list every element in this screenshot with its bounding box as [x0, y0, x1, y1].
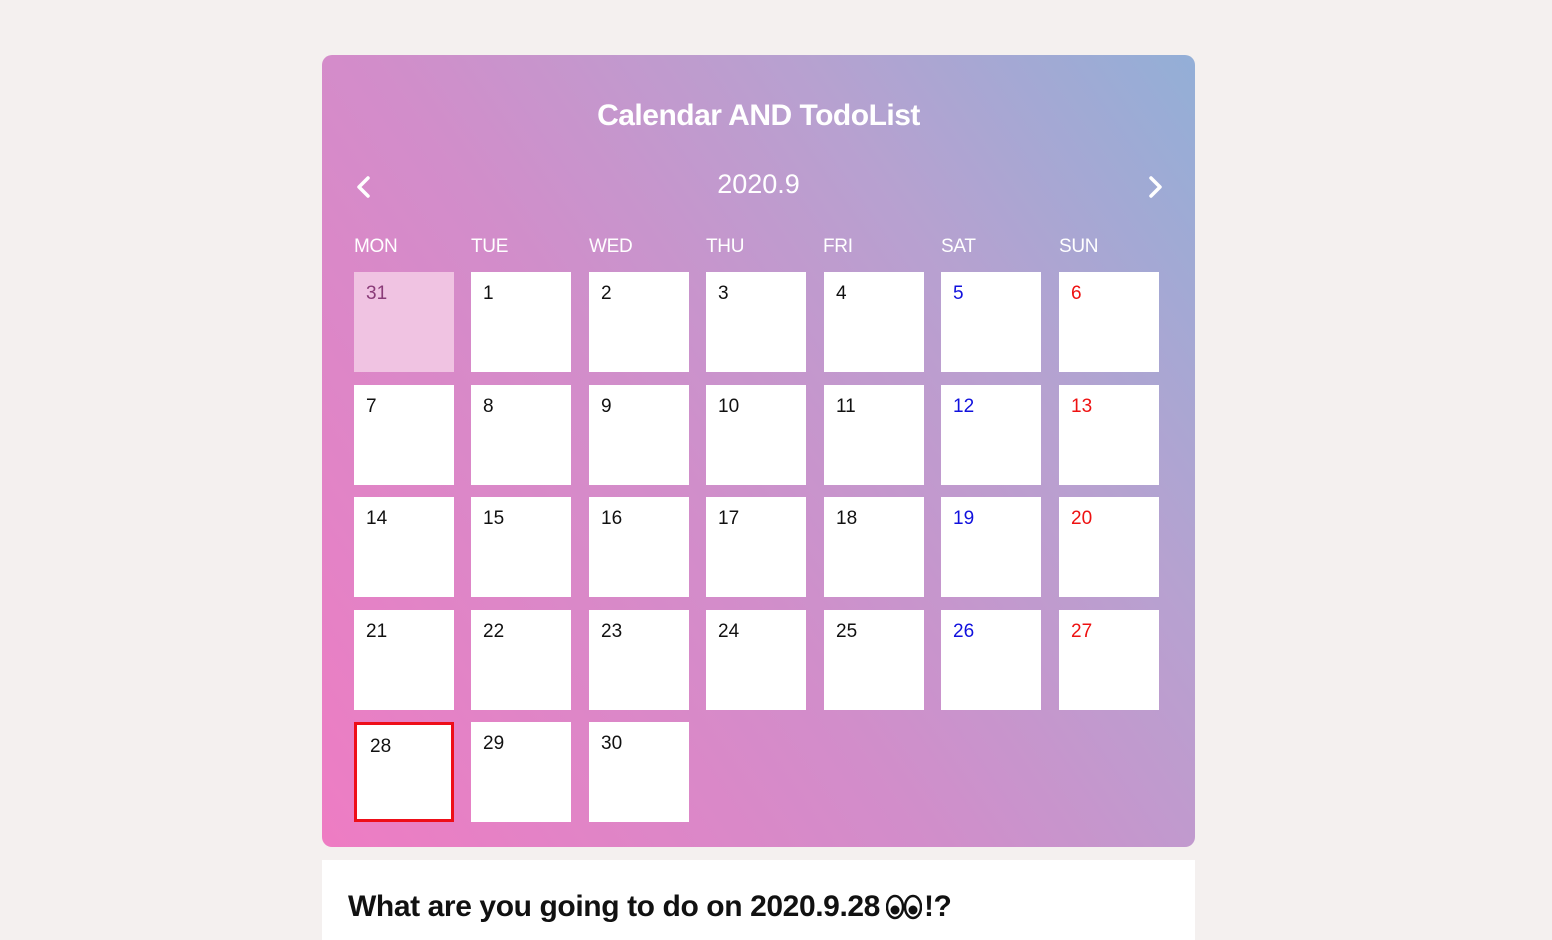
day-cell[interactable]: 3 [706, 272, 806, 372]
day-cell[interactable]: 23 [589, 610, 689, 710]
day-number: 2 [601, 283, 612, 304]
day-cell[interactable]: 8 [471, 385, 571, 485]
day-cell[interactable]: 14 [354, 497, 454, 597]
day-cell[interactable]: 13 [1059, 385, 1159, 485]
day-cell[interactable]: 1 [471, 272, 571, 372]
app-title: Calendar AND TodoList [597, 99, 920, 132]
day-number: 29 [483, 733, 505, 754]
day-cell[interactable]: 24 [706, 610, 806, 710]
day-number: 14 [366, 508, 388, 529]
day-number: 28 [370, 736, 392, 757]
day-cell[interactable]: 29 [471, 722, 571, 822]
day-cell[interactable]: 12 [941, 385, 1041, 485]
day-number: 27 [1071, 621, 1093, 642]
day-cell[interactable]: 4 [824, 272, 924, 372]
day-number: 19 [953, 508, 975, 529]
todo-heading-suffix: !? [923, 890, 952, 923]
weekday-thu: THU [706, 236, 745, 257]
day-number: 3 [718, 283, 729, 304]
day-number: 22 [483, 621, 505, 642]
day-cell[interactable]: 19 [941, 497, 1041, 597]
weekday-sat: SAT [941, 236, 976, 257]
day-cell[interactable]: 17 [706, 497, 806, 597]
weekday-sun: SUN [1059, 236, 1099, 257]
day-number: 20 [1071, 508, 1093, 529]
day-cell[interactable]: 30 [589, 722, 689, 822]
day-cell[interactable]: 7 [354, 385, 454, 485]
day-number: 7 [366, 396, 377, 417]
next-month-button[interactable] [1141, 173, 1169, 201]
weekday-fri: FRI [823, 236, 853, 257]
day-cell[interactable]: 21 [354, 610, 454, 710]
todo-panel: What are you going to do on 2020.9.28 !? [322, 860, 1195, 940]
day-number: 25 [836, 621, 858, 642]
day-cell-selected[interactable]: 28 [354, 722, 454, 822]
day-number: 5 [953, 283, 964, 304]
day-number: 1 [483, 283, 494, 304]
day-cell[interactable]: 9 [589, 385, 689, 485]
day-number: 9 [601, 396, 612, 417]
day-cell[interactable]: 11 [824, 385, 924, 485]
day-number: 31 [366, 283, 388, 304]
day-number: 24 [718, 621, 740, 642]
day-number: 12 [953, 396, 975, 417]
weekday-wed: WED [589, 236, 633, 257]
eyes-icon [885, 894, 923, 928]
day-number: 21 [366, 621, 388, 642]
day-number: 30 [601, 733, 623, 754]
day-cell[interactable]: 18 [824, 497, 924, 597]
day-cell[interactable]: 2 [589, 272, 689, 372]
day-number: 11 [836, 396, 856, 417]
day-cell[interactable]: 15 [471, 497, 571, 597]
day-number: 17 [718, 508, 740, 529]
day-number: 18 [836, 508, 858, 529]
day-number: 10 [718, 396, 740, 417]
day-cell[interactable]: 10 [706, 385, 806, 485]
chevron-right-icon [1149, 176, 1162, 198]
day-number: 15 [483, 508, 505, 529]
day-number: 4 [836, 283, 847, 304]
day-number: 16 [601, 508, 623, 529]
day-number: 26 [953, 621, 975, 642]
day-cell[interactable]: 31 [354, 272, 454, 372]
month-label: 2020.9 [717, 169, 800, 199]
day-number: 23 [601, 621, 623, 642]
month-navigation: 2020.9 [322, 167, 1195, 207]
todo-heading: What are you going to do on 2020.9.28 !? [348, 890, 952, 928]
day-cell[interactable]: 16 [589, 497, 689, 597]
day-cell[interactable]: 27 [1059, 610, 1159, 710]
day-number: 13 [1071, 396, 1093, 417]
day-cell[interactable]: 25 [824, 610, 924, 710]
day-cell[interactable]: 6 [1059, 272, 1159, 372]
todo-heading-text: What are you going to do on 2020.9.28 [348, 890, 880, 923]
day-cell[interactable]: 5 [941, 272, 1041, 372]
weekday-mon: MON [354, 236, 398, 257]
calendar-card: Calendar AND TodoList 2020.9 MON TUE WED… [322, 55, 1195, 847]
day-cell[interactable]: 26 [941, 610, 1041, 710]
day-cell[interactable]: 22 [471, 610, 571, 710]
day-number: 8 [483, 396, 494, 417]
day-number: 6 [1071, 283, 1082, 304]
weekday-tue: TUE [471, 236, 509, 257]
day-cell[interactable]: 20 [1059, 497, 1159, 597]
